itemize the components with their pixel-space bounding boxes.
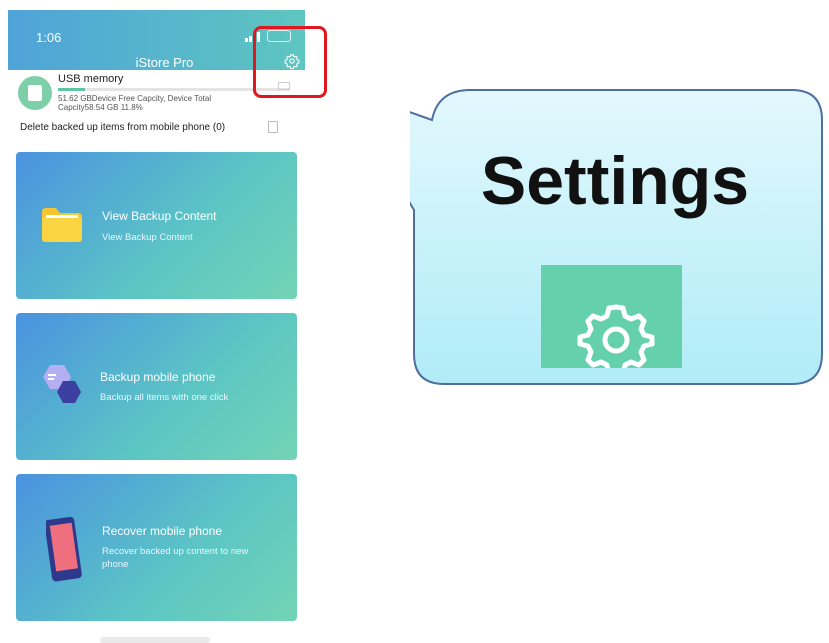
card-subtitle: Backup all items with one click xyxy=(100,392,229,403)
backup-mobile-phone-button[interactable]: Backup mobile phone Backup all items wit… xyxy=(16,313,297,460)
trash-icon[interactable] xyxy=(268,121,278,133)
usb-title: USB memory xyxy=(58,73,124,85)
callout-title: Settings xyxy=(480,143,750,219)
recover-mobile-phone-button[interactable]: Recover mobile phone Recover backed up c… xyxy=(16,474,297,621)
card-title: Backup mobile phone xyxy=(100,370,216,384)
backup-hexagon-icon xyxy=(43,365,81,403)
card-title: Recover mobile phone xyxy=(102,524,223,538)
home-indicator xyxy=(100,637,210,643)
status-time: 1:06 xyxy=(36,30,62,45)
callout-gear-tile xyxy=(541,265,682,368)
folder-icon xyxy=(42,208,82,242)
card-subtitle: Recover backed up content to new phone xyxy=(102,546,249,570)
delete-backed-up-label: Delete backed up items from mobile phone… xyxy=(20,122,226,133)
settings-highlight-box xyxy=(253,26,327,98)
usb-capacity-text: 51.62 GBDevice Free Capcity, Device Tota… xyxy=(58,94,212,112)
card-title: View Backup Content xyxy=(102,209,217,223)
sd-card-icon xyxy=(18,76,52,110)
card-subtitle: View Backup Content xyxy=(102,232,193,243)
view-backup-content-button[interactable]: View Backup Content View Backup Content xyxy=(16,152,297,299)
smartphone-icon xyxy=(46,516,82,582)
gear-icon xyxy=(577,304,655,368)
